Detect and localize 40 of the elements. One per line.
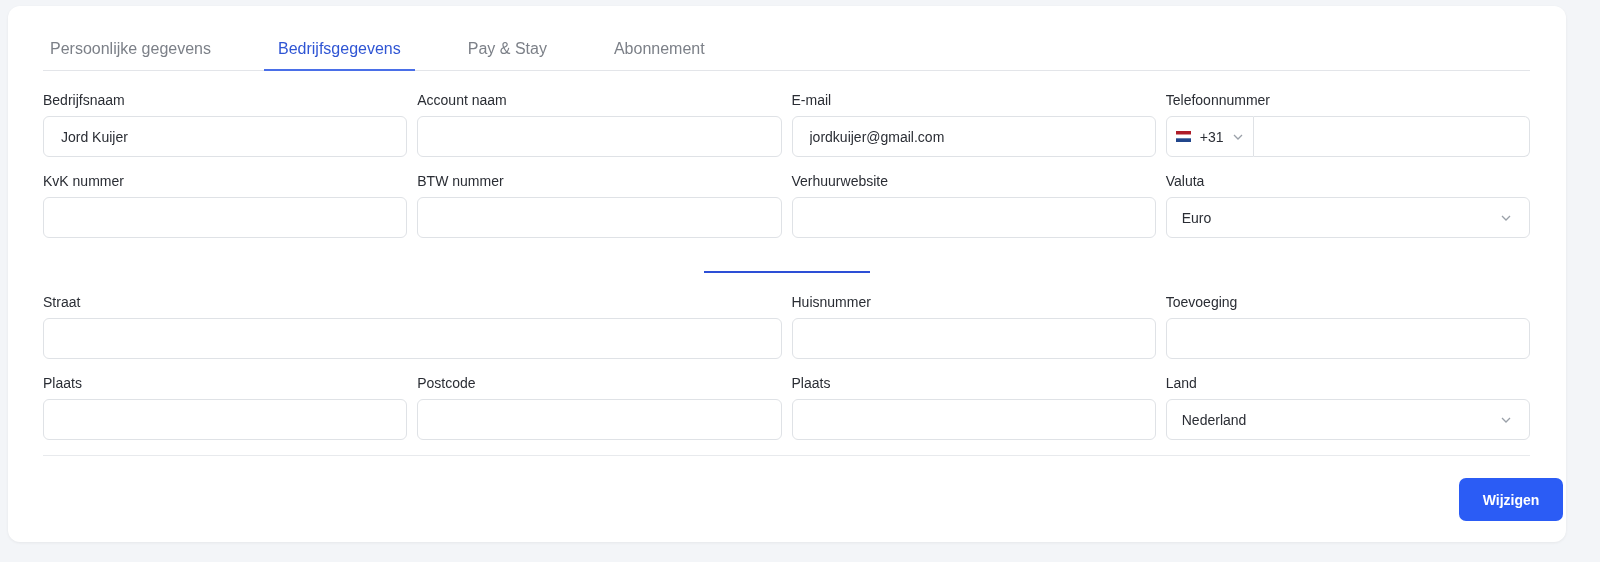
field-label: Straat [43, 294, 81, 310]
select-field[interactable]: Nederland [1165, 399, 1530, 440]
input-field[interactable] [417, 116, 782, 157]
field-label: Telefoonnummer [1165, 92, 1271, 108]
input-field[interactable] [791, 399, 1156, 440]
flag-icon [1175, 131, 1191, 142]
input-field[interactable] [43, 399, 408, 440]
submit-button[interactable]: Wijzigen [1459, 478, 1563, 521]
chevron-down-icon [1501, 214, 1511, 221]
input-field[interactable] [791, 318, 1156, 359]
tab[interactable]: Bedrijfsgegevens [264, 30, 415, 71]
field-label: Account naam [417, 92, 507, 108]
field-label: Plaats [43, 375, 82, 391]
tab[interactable]: Pay & Stay [453, 30, 561, 71]
field-label: Postcode [417, 375, 476, 391]
input-field[interactable] [1165, 318, 1530, 359]
field-label: Land [1165, 375, 1197, 391]
field-label: Plaats [791, 375, 831, 391]
tab[interactable]: Persoonlijke gegevens [43, 30, 225, 71]
chevron-down-icon [1501, 416, 1511, 423]
field-label: Bedrijfsnaam [43, 92, 125, 108]
input-field[interactable] [43, 318, 782, 359]
country-code-select[interactable]: +31 [1165, 116, 1254, 157]
tab[interactable]: Abonnement [599, 30, 719, 71]
chevron-down-icon [1232, 133, 1243, 140]
input-field[interactable] [791, 197, 1156, 238]
select-field[interactable]: Euro [1165, 197, 1530, 238]
field-label: KvK nummer [43, 173, 124, 189]
input-field[interactable] [417, 197, 782, 238]
input-field[interactable] [43, 197, 408, 238]
field-label: E-mail [791, 92, 832, 108]
field-label: Huisnummer [791, 294, 871, 310]
input-field[interactable] [417, 399, 782, 440]
field-label: Verhuurwebsite [791, 173, 888, 189]
input-field[interactable]: jordkuijer@gmail.com [791, 116, 1156, 157]
input-field[interactable]: Jord Kuijer [43, 116, 408, 157]
field-label: Toevoeging [1165, 294, 1238, 310]
phone-input[interactable] [1253, 116, 1530, 157]
field-label: Valuta [1165, 173, 1205, 189]
field-label: BTW nummer [417, 173, 504, 189]
